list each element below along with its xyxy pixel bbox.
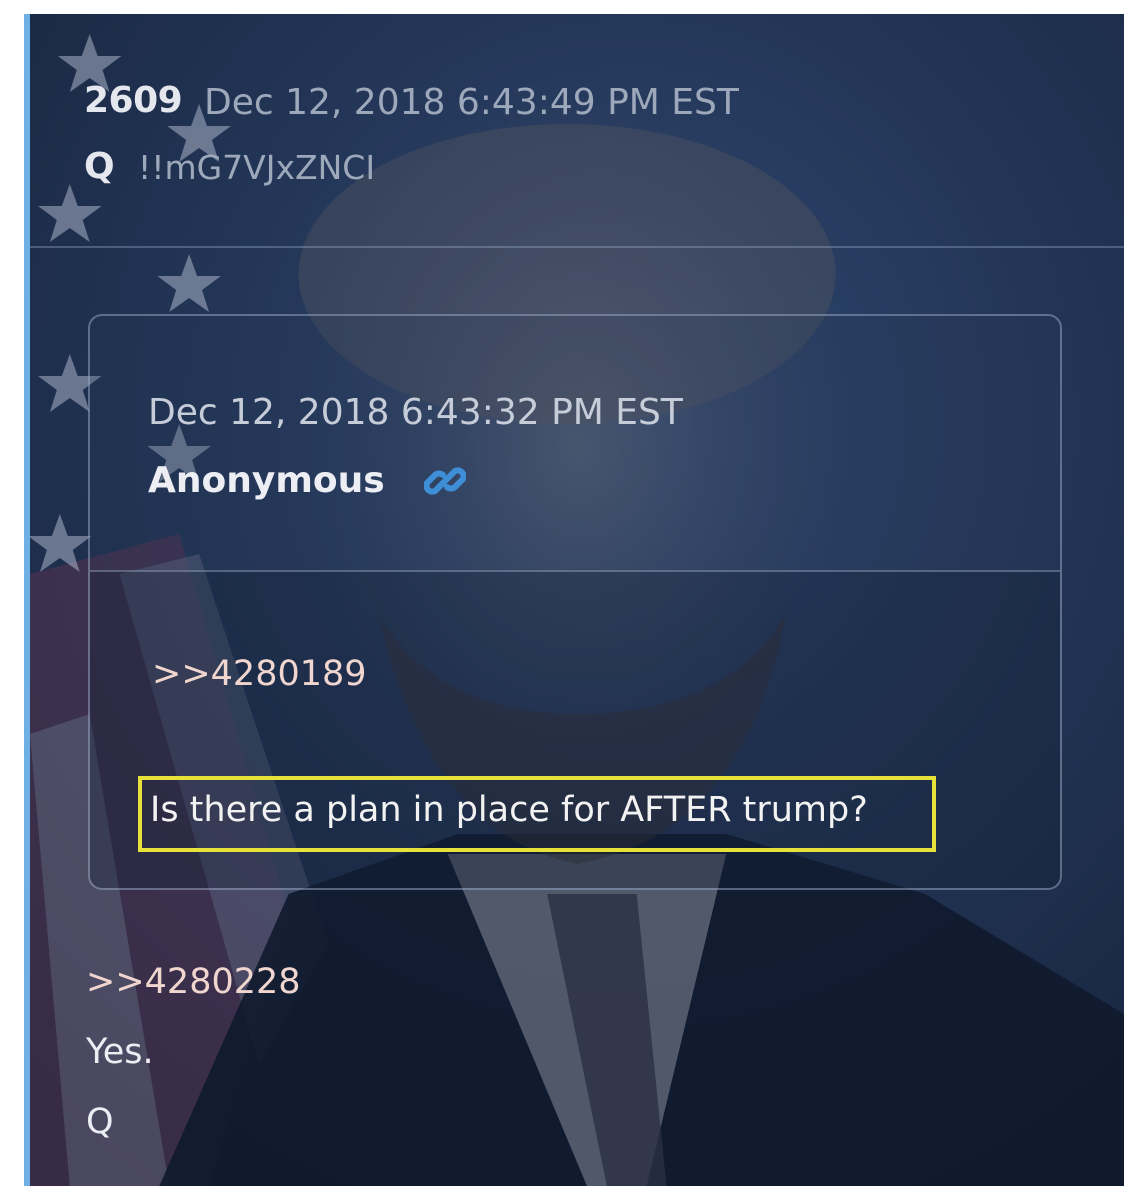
quoted-post-header: Dec 12, 2018 6:43:32 PM EST Anonymous bbox=[90, 316, 1060, 570]
quoted-post-card: Dec 12, 2018 6:43:32 PM EST Anonymous >>… bbox=[88, 314, 1062, 890]
header-divider bbox=[30, 246, 1124, 248]
post-container: 2609 Dec 12, 2018 6:43:49 PM EST Q !!mG7… bbox=[24, 14, 1124, 1186]
reply-signature: Q bbox=[86, 1102, 114, 1142]
reply-text: Yes. bbox=[86, 1032, 154, 1072]
quoted-post-timestamp: Dec 12, 2018 6:43:32 PM EST bbox=[148, 392, 683, 433]
post-author: Q bbox=[84, 146, 115, 187]
quoted-post-reference-link[interactable]: >>4280189 bbox=[152, 654, 367, 694]
link-icon[interactable] bbox=[424, 460, 466, 502]
post-tripcode: !!mG7VJxZNCI bbox=[138, 148, 376, 187]
quoted-post-author: Anonymous bbox=[148, 460, 385, 501]
post-timestamp: Dec 12, 2018 6:43:49 PM EST bbox=[204, 82, 739, 123]
post-number: 2609 bbox=[84, 80, 183, 121]
quoted-post-body: >>4280189 Is there a plan in place for A… bbox=[90, 570, 1060, 888]
quoted-post-text: Is there a plan in place for AFTER trump… bbox=[150, 790, 868, 830]
reply-reference-link[interactable]: >>4280228 bbox=[86, 962, 301, 1002]
